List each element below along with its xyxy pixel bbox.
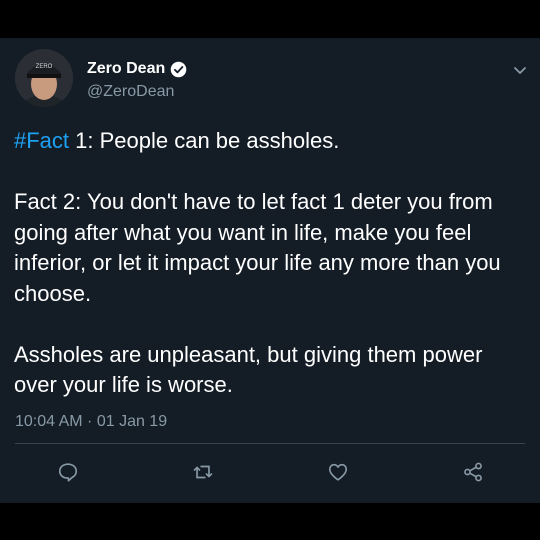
- retweet-icon[interactable]: [192, 461, 214, 483]
- tweet-card: ZERO Zero Dean @ZeroDean #Fact 1: People…: [0, 38, 540, 503]
- fact-2-text: Fact 2: You don't have to let fact 1 det…: [14, 189, 501, 306]
- fact-1-text: 1: People can be assholes.: [69, 128, 340, 153]
- divider: [15, 443, 525, 444]
- letterbox-top: [0, 0, 540, 38]
- like-icon[interactable]: [327, 461, 349, 483]
- author-handle[interactable]: @ZeroDean: [87, 83, 174, 101]
- chevron-down-icon[interactable]: [512, 62, 528, 78]
- author-display-name[interactable]: Zero Dean: [87, 60, 165, 78]
- reply-icon[interactable]: [57, 461, 79, 483]
- share-icon[interactable]: [462, 461, 484, 483]
- avatar-image: ZERO: [15, 49, 73, 107]
- verified-icon: [170, 61, 187, 78]
- hashtag-link[interactable]: #Fact: [14, 128, 69, 153]
- tweet-text: #Fact 1: People can be assholes. Fact 2:…: [14, 126, 529, 401]
- tweet-timestamp[interactable]: 10:04 AM · 01 Jan 19: [15, 413, 167, 431]
- avatar-cap-text: ZERO: [36, 64, 53, 70]
- conclusion-text: Assholes are unpleasant, but giving them…: [14, 341, 483, 398]
- avatar[interactable]: ZERO: [15, 49, 73, 107]
- author-display-name-row[interactable]: Zero Dean: [87, 60, 187, 78]
- letterbox-bottom: [0, 503, 540, 540]
- tweet-line-1: #Fact 1: People can be assholes.: [14, 126, 529, 157]
